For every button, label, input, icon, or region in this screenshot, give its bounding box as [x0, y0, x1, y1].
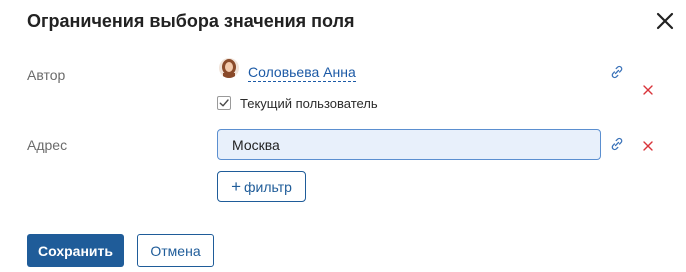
save-button[interactable]: Сохранить [27, 234, 124, 267]
current-user-checkbox[interactable] [217, 96, 231, 110]
avatar [219, 58, 239, 78]
author-delete-icon[interactable] [642, 83, 654, 95]
author-user-link[interactable]: Соловьева Анна [248, 63, 356, 82]
author-label: Автор [27, 67, 66, 83]
author-link-icon[interactable] [609, 64, 625, 80]
cancel-button[interactable]: Отмена [137, 234, 214, 267]
address-delete-icon[interactable] [642, 139, 654, 151]
address-link-icon[interactable] [609, 136, 625, 152]
add-filter-button[interactable]: + фильтр [217, 171, 306, 202]
close-icon[interactable] [654, 10, 676, 32]
current-user-label: Текущий пользователь [240, 96, 378, 111]
add-filter-label: фильтр [244, 178, 292, 195]
address-input[interactable] [217, 129, 601, 160]
plus-icon: + [231, 176, 242, 196]
address-label: Адрес [27, 137, 68, 153]
dialog-title: Ограничения выбора значения поля [27, 11, 355, 31]
